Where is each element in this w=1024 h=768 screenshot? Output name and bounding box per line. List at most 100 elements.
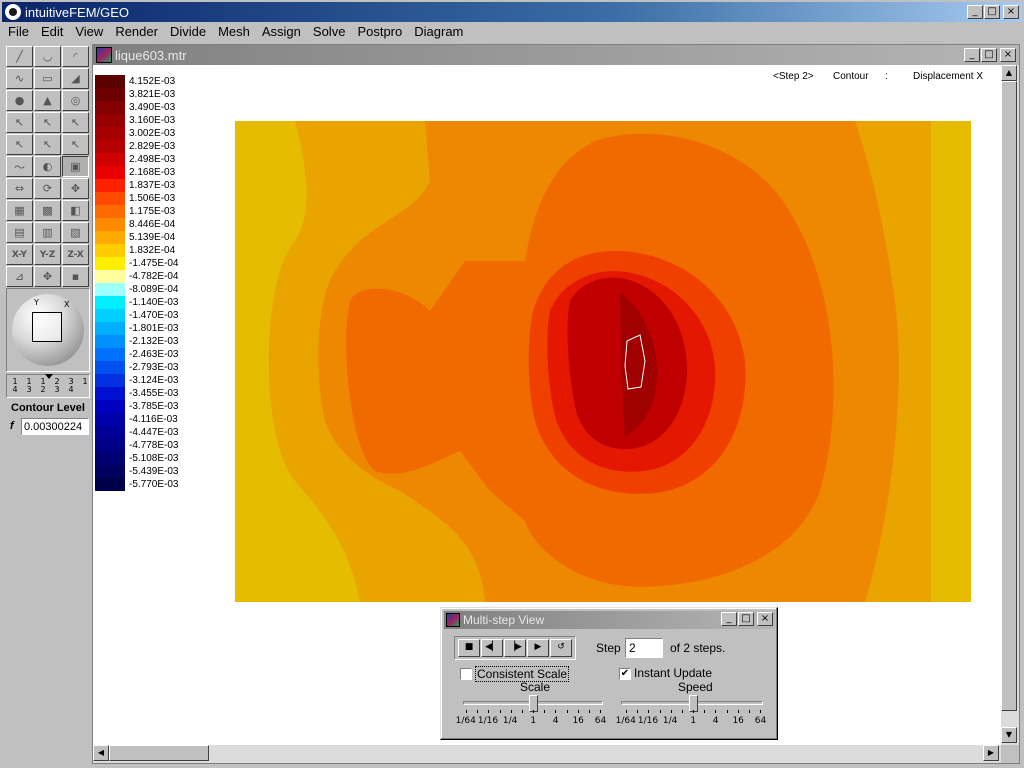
menu-view[interactable]: View — [69, 23, 109, 41]
torus-tool-button[interactable]: ◎ — [62, 90, 89, 111]
box-shaded-tool-button[interactable]: ◧ — [62, 200, 89, 221]
contour-plot[interactable] — [235, 121, 971, 602]
arc-tool-button[interactable]: ◡ — [34, 46, 61, 67]
menu-edit[interactable]: Edit — [35, 23, 69, 41]
vertical-scroll-thumb[interactable] — [1001, 81, 1017, 711]
doc-maximize-button[interactable]: □ — [981, 48, 997, 62]
menu-mesh[interactable]: Mesh — [212, 23, 256, 41]
spline-tool-button[interactable]: ∿ — [6, 68, 33, 89]
doc-close-button[interactable]: × — [1000, 48, 1016, 62]
legend-value: 2.498E-03 — [129, 154, 176, 165]
scroll-down-button[interactable]: ▼ — [1001, 727, 1017, 743]
scroll-up-button[interactable]: ▲ — [1001, 65, 1017, 81]
select-node-tool-button[interactable]: ↖ — [6, 134, 33, 155]
rectangle-tool-button[interactable]: ▭ — [34, 68, 61, 89]
menu-postpro[interactable]: Postpro — [351, 23, 408, 41]
slider-tick — [577, 710, 579, 713]
arc3-tool-button[interactable]: ◜ — [62, 46, 89, 67]
loop-button[interactable]: ↺ — [550, 639, 572, 657]
box-wire-tool-button[interactable]: ▦ — [6, 200, 33, 221]
dialog-maximize-button[interactable]: □ — [738, 612, 754, 626]
dialog-minimize-button[interactable]: _ — [721, 612, 737, 626]
slider-tick — [488, 710, 490, 713]
contour-level-input[interactable] — [21, 418, 89, 435]
move-tool-button[interactable]: ⇔ — [6, 178, 33, 199]
sphere-icon[interactable]: Y X — [12, 294, 84, 366]
sweep-tool-button[interactable]: ◐ — [34, 156, 61, 177]
play-button[interactable]: ▶ — [527, 639, 549, 657]
menu-assign[interactable]: Assign — [256, 23, 307, 41]
curve-tool-button[interactable]: 〜 — [6, 156, 33, 177]
axis-view-tool-button[interactable]: ⊿ — [6, 266, 33, 287]
menu-divide[interactable]: Divide — [164, 23, 212, 41]
instant-update-label[interactable]: Instant Update — [634, 666, 712, 680]
point-tool-button[interactable]: ▪ — [62, 266, 89, 287]
app-icon[interactable] — [5, 4, 21, 20]
select-element-tool-button[interactable]: ↖ — [34, 134, 61, 155]
level-ruler[interactable]: 14131223341 — [6, 374, 90, 398]
close-button[interactable]: × — [1003, 5, 1019, 19]
stop-button[interactable]: ■ — [458, 639, 480, 657]
instant-update-checkbox[interactable]: ✔ — [619, 668, 631, 680]
circle-solid-icon: ● — [14, 94, 25, 107]
horizontal-scrollbar[interactable]: ◀ ▶ — [93, 745, 1001, 763]
dialog-close-button[interactable]: × — [757, 612, 773, 626]
legend-entry: -4.778E-03 — [95, 439, 215, 452]
legend-value: -4.778E-03 — [129, 440, 179, 451]
view-orientation-sphere[interactable]: Y X — [6, 288, 90, 372]
legend-swatch — [95, 114, 125, 127]
level-ruler-label: 1 — [81, 378, 89, 386]
document-window-buttons: _ □ × — [963, 48, 1016, 62]
slider-tick-label: 1 — [690, 716, 697, 726]
minimize-button[interactable]: _ — [967, 5, 983, 19]
cone-tool-button[interactable]: ▲ — [34, 90, 61, 111]
consistent-scale-checkbox[interactable] — [460, 668, 472, 680]
mesh-tool-button[interactable]: ▤ — [6, 222, 33, 243]
fit-view-tool-button[interactable]: ✥ — [34, 266, 61, 287]
legend-value: -4.116E-03 — [129, 414, 178, 425]
scroll-right-button[interactable]: ▶ — [983, 745, 999, 761]
select-edge-tool-button[interactable]: ↖ — [34, 112, 61, 133]
select-face-tool-button[interactable]: ↖ — [62, 112, 89, 133]
legend-value: -2.793E-03 — [129, 362, 179, 373]
pan-tool-button[interactable]: ✥ — [62, 178, 89, 199]
pick-display-tool-button[interactable]: ▣ — [62, 156, 89, 177]
view-x-y-button[interactable]: X-Y — [6, 244, 33, 265]
slider-tick — [760, 710, 761, 713]
menu-file[interactable]: File — [2, 23, 35, 41]
surface-tool-button[interactable]: ◢ — [62, 68, 89, 89]
document-icon[interactable] — [96, 47, 112, 63]
select-volume-tool-button[interactable]: ↖ — [62, 134, 89, 155]
menu-diagram[interactable]: Diagram — [408, 23, 469, 41]
menu-render[interactable]: Render — [109, 23, 164, 41]
scroll-left-button[interactable]: ◀ — [93, 745, 109, 761]
mesh-fill-tool-button[interactable]: ▥ — [34, 222, 61, 243]
step-back-button[interactable]: ◀▏ — [481, 639, 503, 657]
vertical-scrollbar[interactable]: ▲ ▼ — [1001, 65, 1019, 745]
surface-icon: ◢ — [71, 72, 80, 85]
steps-total: of 2 steps. — [670, 641, 726, 655]
menu-solve[interactable]: Solve — [307, 23, 352, 41]
horizontal-scroll-thumb[interactable] — [109, 745, 209, 761]
legend-swatch — [95, 205, 125, 218]
step-forward-button[interactable]: ▕▶ — [504, 639, 526, 657]
maximize-button[interactable]: □ — [984, 5, 1000, 19]
box-solid-tool-button[interactable]: ▩ — [34, 200, 61, 221]
cube-icon — [32, 312, 62, 342]
line-tool-button[interactable]: ╱ — [6, 46, 33, 67]
mesh-outline-tool-button[interactable]: ▧ — [62, 222, 89, 243]
legend-value: 4.152E-03 — [129, 76, 176, 87]
slider-tick — [626, 710, 627, 713]
doc-minimize-button[interactable]: _ — [964, 48, 980, 62]
select-tool-button[interactable]: ↖ — [6, 112, 33, 133]
legend-swatch — [95, 231, 125, 244]
legend-value: 1.175E-03 — [129, 206, 176, 217]
app-window-buttons: _ □ × — [966, 5, 1019, 19]
rotate-tool-button[interactable]: ⟳ — [34, 178, 61, 199]
view-y-z-button[interactable]: Y-Z — [34, 244, 61, 265]
view-z-x-button[interactable]: Z-X — [62, 244, 89, 265]
dialog-icon[interactable] — [446, 613, 460, 627]
circle-solid-tool-button[interactable]: ● — [6, 90, 33, 111]
step-input[interactable] — [625, 638, 663, 658]
legend-value: -5.770E-03 — [129, 479, 179, 490]
